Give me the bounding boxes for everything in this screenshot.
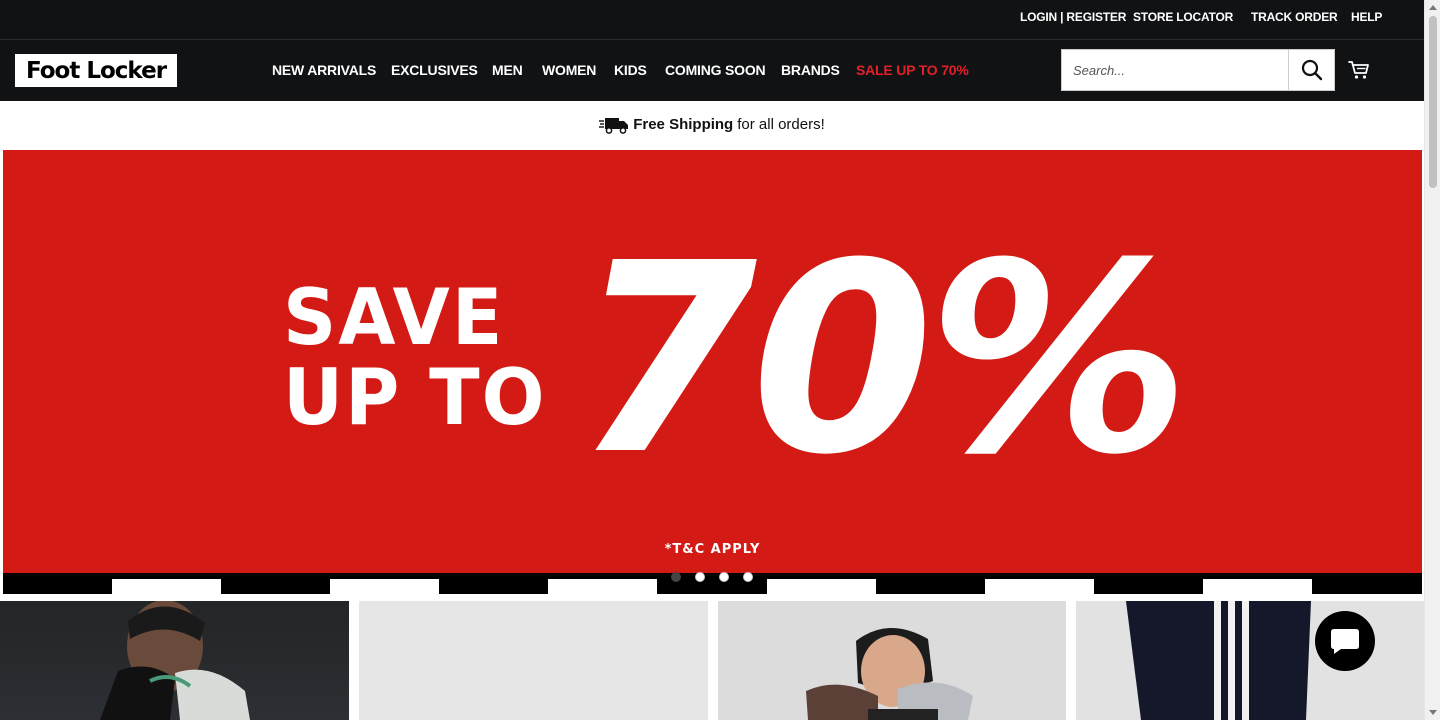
- hero-terms: *T&C APPLY: [664, 542, 761, 557]
- nav-coming-soon[interactable]: COMING SOON: [665, 62, 766, 78]
- tile-photo-1: [100, 601, 250, 720]
- nav-brands[interactable]: BRANDS: [781, 62, 840, 78]
- category-tile-4[interactable]: [1076, 601, 1424, 720]
- category-tile-3[interactable]: [718, 601, 1066, 720]
- hero-line-2: UP TO: [283, 352, 547, 443]
- hero-save-text: SAVE UP TO: [283, 278, 546, 438]
- page-scrollbar[interactable]: [1424, 0, 1440, 720]
- carousel-dot-1[interactable]: [671, 572, 681, 582]
- shipping-text: for all orders!: [737, 116, 825, 133]
- scroll-down-arrow[interactable]: [1429, 710, 1437, 715]
- search-input[interactable]: [1062, 50, 1288, 90]
- chat-button[interactable]: [1315, 611, 1375, 671]
- login-register-link[interactable]: LOGIN | REGISTER: [1020, 10, 1126, 24]
- hero-stripe: [548, 579, 657, 594]
- hero-percentage: 70%: [575, 207, 1190, 512]
- scrollbar-thumb[interactable]: [1429, 16, 1437, 188]
- nav-sale[interactable]: SALE UP TO 70%: [856, 62, 969, 78]
- tile-photo-3: [806, 627, 973, 720]
- carousel-dot-3[interactable]: [719, 572, 729, 582]
- carousel-dot-4[interactable]: [743, 572, 753, 582]
- nav-kids[interactable]: KIDS: [614, 62, 647, 78]
- help-link[interactable]: HELP: [1351, 10, 1382, 24]
- search-icon: [1301, 59, 1323, 81]
- logo-text: Foot Locker: [25, 57, 167, 84]
- track-order-link[interactable]: TRACK ORDER: [1251, 10, 1338, 24]
- nav-women[interactable]: WOMEN: [542, 62, 596, 78]
- scroll-up-arrow[interactable]: [1429, 5, 1437, 10]
- hero-stripe: [112, 579, 221, 594]
- hero-stripe: [767, 579, 876, 594]
- carousel-dot-2[interactable]: [695, 572, 705, 582]
- free-shipping-label: Free Shipping: [633, 116, 734, 133]
- main-header: Foot Locker NEW ARRIVALS EXCLUSIVES MEN …: [0, 39, 1424, 101]
- cart-icon: [1348, 61, 1369, 79]
- hero-line-1: SAVE: [283, 272, 505, 364]
- hero-stripe: [1203, 579, 1312, 594]
- chat-bubble-icon: [1331, 629, 1359, 654]
- foot-locker-logo[interactable]: Foot Locker: [15, 54, 177, 87]
- nav-exclusives[interactable]: EXCLUSIVES: [391, 62, 478, 78]
- cart-button[interactable]: [1348, 60, 1372, 82]
- search-box: [1061, 49, 1335, 91]
- carousel-dots: [671, 572, 753, 582]
- category-tile-2[interactable]: [359, 601, 708, 720]
- hero-stripe: [985, 579, 1094, 594]
- search-button[interactable]: [1289, 50, 1335, 90]
- hero-banner[interactable]: SAVE UP TO 70% *T&C APPLY: [3, 150, 1422, 594]
- utility-bar: LOGIN | REGISTER STORE LOCATOR TRACK ORD…: [0, 0, 1424, 39]
- nav-new-arrivals[interactable]: NEW ARRIVALS: [272, 62, 376, 78]
- nav-men[interactable]: MEN: [492, 62, 523, 78]
- truck-icon: [599, 116, 629, 134]
- tile-photo-4: [1126, 601, 1311, 720]
- hero-stripe: [330, 579, 439, 594]
- shipping-banner: Free Shipping for all orders!: [0, 101, 1424, 148]
- store-locator-link[interactable]: STORE LOCATOR: [1133, 10, 1233, 24]
- category-tile-1[interactable]: [0, 601, 349, 720]
